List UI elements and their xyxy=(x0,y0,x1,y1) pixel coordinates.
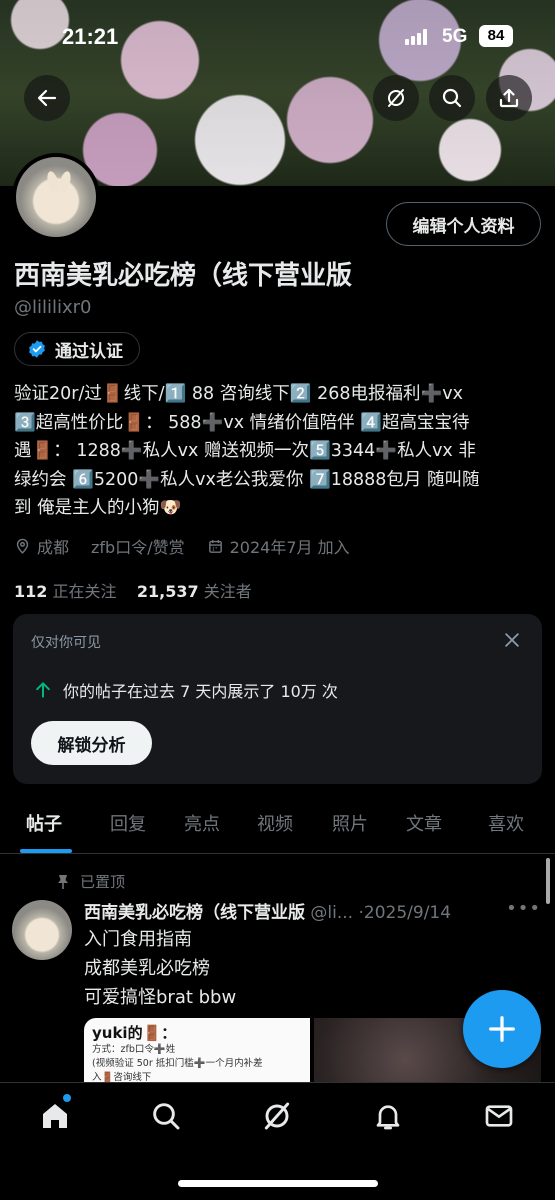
impressions-stat: 你的帖子在过去 7 天内展示了 10万 次 xyxy=(33,678,338,702)
location-icon xyxy=(16,538,29,554)
post-header: 西南美乳必吃榜（线下营业版 @li... ·2025/9/14 xyxy=(84,898,514,923)
website[interactable]: zfb口令/赞赏 xyxy=(91,534,185,558)
bell-icon[interactable] xyxy=(372,1100,404,1132)
verified-label: 通过认证 xyxy=(55,341,123,362)
share-icon xyxy=(499,88,519,108)
post-avatar[interactable] xyxy=(12,900,72,960)
search-button[interactable] xyxy=(429,75,475,121)
pin-icon xyxy=(58,874,68,889)
location-text: 成都 xyxy=(37,538,70,557)
profile-bio: 验证20r/过🚪线下/1️⃣ 88 咨询线下2️⃣ 268电报福利➕vx 3️⃣… xyxy=(14,384,480,518)
battery-level: 84 xyxy=(479,25,513,47)
hide-button[interactable] xyxy=(373,75,419,121)
insight-card: 仅对你可见 你的帖子在过去 7 天内展示了 10万 次 解锁分析 xyxy=(13,614,542,784)
post-date: ·2025/9/14 xyxy=(358,903,452,923)
close-icon[interactable] xyxy=(502,630,522,650)
verified-button[interactable]: 通过认证 xyxy=(14,332,140,366)
profile-name: 西南美乳必吃榜（线下营业版 xyxy=(14,261,353,291)
tab-photos[interactable]: 照片 xyxy=(332,810,368,836)
home-indicator xyxy=(178,1180,378,1187)
post-author-handle: @li... xyxy=(310,903,354,923)
profile-tabs: 帖子 回复 亮点 视频 照片 文章 喜欢 xyxy=(0,798,555,854)
impressions-text: 你的帖子在过去 7 天内展示了 10万 次 xyxy=(63,682,338,701)
verified-icon xyxy=(29,340,45,358)
grok-icon[interactable] xyxy=(261,1100,293,1132)
tab-articles[interactable]: 文章 xyxy=(406,810,442,836)
tab-posts[interactable]: 帖子 xyxy=(26,810,62,836)
tab-videos[interactable]: 视频 xyxy=(257,810,293,836)
network-type: 5G xyxy=(442,26,468,47)
hide-icon xyxy=(388,89,404,107)
edit-profile-button[interactable]: 编辑个人资料 xyxy=(386,202,541,246)
search-icon xyxy=(442,88,462,108)
followers-link[interactable]: 21,537 关注者 xyxy=(137,582,252,601)
location: 成都 xyxy=(14,534,69,558)
joined-text: 2024年7月 加入 xyxy=(229,538,350,557)
tab-replies[interactable]: 回复 xyxy=(110,810,146,836)
share-button[interactable] xyxy=(486,75,532,121)
status-bar: 21:21 5G 84 xyxy=(0,0,555,72)
post-text: 入门食用指南 成都美乳必吃榜 可爱搞怪brat bbw xyxy=(84,929,237,1008)
visibility-note: 仅对你可见 xyxy=(31,635,101,651)
pinned-label: 已置顶 xyxy=(56,871,125,892)
joined-date: 2024年7月 加入 xyxy=(207,534,350,558)
mail-icon[interactable] xyxy=(483,1100,515,1132)
active-tab-indicator xyxy=(20,849,72,853)
tab-highlights[interactable]: 亮点 xyxy=(184,810,220,836)
profile-meta: 成都 zfb口令/赞赏 2024年7月 加入 xyxy=(14,534,372,558)
more-options-icon[interactable]: ••• xyxy=(506,898,541,919)
tab-likes[interactable]: 喜欢 xyxy=(488,810,524,836)
follow-stats: 112 正在关注 21,537 关注者 xyxy=(14,578,252,602)
post-author-name[interactable]: 西南美乳必吃榜（线下营业版 xyxy=(84,903,305,923)
avatar[interactable] xyxy=(12,153,100,241)
following-link[interactable]: 112 正在关注 xyxy=(14,582,117,601)
home-notification-dot xyxy=(63,1094,71,1102)
signal-icon xyxy=(405,29,429,45)
website-text[interactable]: zfb口令/赞赏 xyxy=(91,534,185,558)
calendar-icon xyxy=(208,539,222,553)
back-icon xyxy=(37,89,57,107)
home-icon[interactable] xyxy=(39,1100,71,1132)
scrollbar[interactable] xyxy=(546,858,550,904)
trend-up-icon xyxy=(36,682,50,698)
compose-icon xyxy=(489,1016,515,1042)
unlock-analytics-button[interactable]: 解锁分析 xyxy=(31,721,152,765)
search-icon[interactable] xyxy=(150,1100,182,1132)
compose-button[interactable] xyxy=(463,990,541,1068)
media-image-doc[interactable]: yuki的🚪： 方式：zfb口令➕姓 (视频验证 50r 抵扣门槛➕一个月内补差… xyxy=(84,1018,310,1088)
status-time: 21:21 xyxy=(62,24,119,49)
back-button[interactable] xyxy=(24,75,70,121)
profile-handle: @lililixr0 xyxy=(14,297,92,318)
